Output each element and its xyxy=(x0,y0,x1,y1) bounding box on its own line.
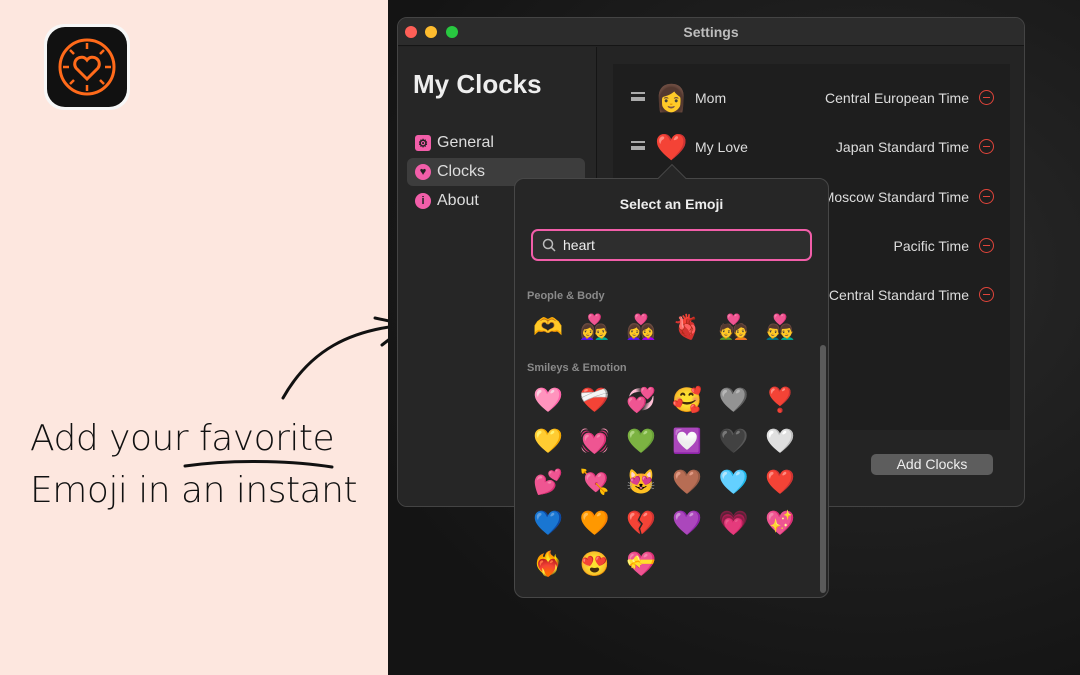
section-label: People & Body xyxy=(527,290,605,302)
heart-icon: ♥ xyxy=(415,164,431,180)
section-label: Smileys & Emotion xyxy=(527,362,627,374)
clock-name[interactable]: Mom xyxy=(695,90,726,106)
title-bar: Settings xyxy=(398,18,1024,46)
emoji-cell[interactable]: 💝 xyxy=(618,544,664,585)
remove-icon[interactable] xyxy=(979,139,994,154)
emoji-cell[interactable]: 💘 xyxy=(571,462,617,503)
emoji-cell[interactable]: 💛 xyxy=(525,421,571,462)
emoji-cell[interactable]: 🩶 xyxy=(711,380,757,421)
emoji-cell[interactable]: 💑 xyxy=(711,307,757,348)
emoji-cell[interactable]: 💙 xyxy=(525,503,571,544)
clock-timezone[interactable]: Central Standard Time xyxy=(829,287,969,303)
sidebar-item-label: General xyxy=(437,134,494,151)
window-title: Settings xyxy=(683,24,739,40)
remove-icon[interactable] xyxy=(979,189,994,204)
tagline-line-1: Add your favorite xyxy=(30,418,335,459)
emoji-cell[interactable]: 👨‍❤️‍👨 xyxy=(757,307,803,348)
emoji-grid-people: 🫶 👩‍❤️‍👨 👩‍❤️‍👩 🫀 💑 👨‍❤️‍👨 xyxy=(525,307,803,348)
emoji-grid-smileys: 🩷 ❤️‍🩹 💞 🥰 🩶 ❣️ 💛 💓 💚 💟 🖤 🤍 💕 💘 😻 🤎 🩵 ❤️ 💙 🧡 💔 💜 💗 💖 ❤️‍🔥 😍 💝 xyxy=(525,380,803,585)
emoji-cell[interactable]: ❤️ xyxy=(757,462,803,503)
sidebar-title: My Clocks xyxy=(413,69,542,99)
scrollbar[interactable] xyxy=(820,345,826,593)
emoji-cell[interactable]: 💜 xyxy=(664,503,710,544)
emoji-cell[interactable]: 🤍 xyxy=(757,421,803,462)
clock-name[interactable]: My Love xyxy=(695,139,748,155)
emoji-cell[interactable]: 🫀 xyxy=(664,307,710,348)
search-icon xyxy=(542,238,556,252)
clock-row: ❤️ My Love Japan Standard Time xyxy=(613,128,1010,168)
emoji-search-field[interactable] xyxy=(531,229,812,261)
emoji-cell[interactable]: 💞 xyxy=(618,380,664,421)
emoji-cell[interactable]: 🫶 xyxy=(525,307,571,348)
tagline-line-2: Emoji in an instant xyxy=(30,470,358,511)
emoji-cell[interactable]: 💔 xyxy=(618,503,664,544)
emoji-cell[interactable]: ❣️ xyxy=(757,380,803,421)
emoji-picker-popover: Select an Emoji People & Body 🫶👩‍❤️‍👨👩‍❤… xyxy=(514,163,829,598)
emoji-cell[interactable]: 💕 xyxy=(525,462,571,503)
emoji-cell[interactable]: 💟 xyxy=(664,421,710,462)
drag-handle-icon[interactable] xyxy=(631,141,645,150)
clock-emoji-button[interactable]: ❤️ xyxy=(655,132,687,163)
emoji-cell[interactable]: 💗 xyxy=(711,503,757,544)
emoji-cell[interactable]: 😻 xyxy=(618,462,664,503)
promo-panel: Add your favorite Emoji in an instant xyxy=(0,0,410,675)
emoji-cell[interactable]: 🖤 xyxy=(711,421,757,462)
emoji-cell[interactable]: ❤️‍🩹 xyxy=(571,380,617,421)
add-clocks-button[interactable]: Add Clocks xyxy=(871,454,993,475)
clock-timezone[interactable]: Japan Standard Time xyxy=(836,139,969,155)
gear-icon: ⚙ xyxy=(415,135,431,151)
emoji-cell[interactable]: ❤️‍🔥 xyxy=(525,544,571,585)
sidebar-item-label: About xyxy=(437,192,479,209)
emoji-cell[interactable]: 🩵 xyxy=(711,462,757,503)
emoji-cell[interactable]: 🩷 xyxy=(525,380,571,421)
info-icon: i xyxy=(415,193,431,209)
sidebar-item-general[interactable]: ⚙ General xyxy=(407,129,585,157)
clock-emoji-button[interactable]: 👩 xyxy=(655,83,687,114)
emoji-cell[interactable]: 🥰 xyxy=(664,380,710,421)
remove-icon[interactable] xyxy=(979,287,994,302)
emoji-cell[interactable]: 💖 xyxy=(757,503,803,544)
emoji-cell[interactable]: 💓 xyxy=(571,421,617,462)
remove-icon[interactable] xyxy=(979,90,994,105)
emoji-cell[interactable]: 👩‍❤️‍👨 xyxy=(571,307,617,348)
clock-timezone[interactable]: Pacific Time xyxy=(894,238,969,254)
emoji-cell[interactable]: 🤎 xyxy=(664,462,710,503)
drag-handle-icon[interactable] xyxy=(631,92,645,101)
sidebar-item-label: Clocks xyxy=(437,163,486,180)
remove-icon[interactable] xyxy=(979,238,994,253)
emoji-cell[interactable]: 🧡 xyxy=(571,503,617,544)
emoji-cell[interactable]: 😍 xyxy=(571,544,617,585)
clock-timezone[interactable]: Central European Time xyxy=(825,90,969,106)
clock-row: 👩 Mom Central European Time xyxy=(613,79,1010,119)
clock-timezone[interactable]: Moscow Standard Time xyxy=(823,189,969,205)
emoji-cell[interactable]: 👩‍❤️‍👩 xyxy=(618,307,664,348)
emoji-search-input[interactable] xyxy=(563,237,793,253)
emoji-cell[interactable]: 💚 xyxy=(618,421,664,462)
popover-title: Select an Emoji xyxy=(619,196,724,212)
arrow-doodle-icon xyxy=(183,316,410,469)
